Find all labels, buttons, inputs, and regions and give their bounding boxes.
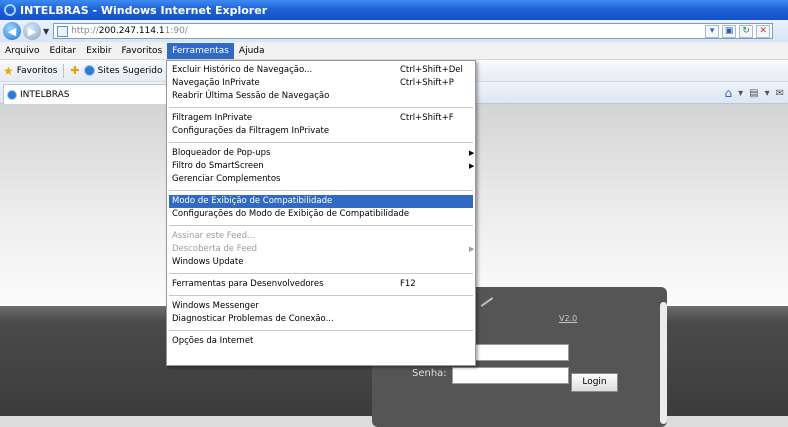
menu-favorites[interactable]: Favoritos bbox=[117, 43, 168, 59]
menu-separator bbox=[169, 107, 473, 108]
menu-separator bbox=[169, 295, 473, 296]
password-field[interactable] bbox=[452, 367, 569, 384]
menu-item-internet-options[interactable]: Opções da Internet bbox=[169, 335, 473, 348]
password-label: Senha: bbox=[412, 368, 447, 379]
feeds-icon[interactable]: ▤ bbox=[749, 88, 758, 99]
separator bbox=[63, 63, 65, 78]
stop-icon[interactable]: ✕ bbox=[756, 24, 771, 38]
back-button[interactable]: ◀ bbox=[3, 22, 21, 40]
favorites-star-icon: ★ bbox=[3, 63, 14, 78]
suggested-sites-link[interactable]: Sites Sugerido bbox=[98, 66, 163, 76]
refresh-icon[interactable]: ↻ bbox=[739, 24, 754, 38]
favorites-button[interactable]: Favoritos bbox=[17, 66, 58, 76]
menu-view[interactable]: Exibir bbox=[81, 43, 116, 59]
add-to-favorites-icon[interactable]: ✚ bbox=[70, 64, 79, 77]
menu-separator bbox=[169, 190, 473, 191]
address-dropdown-button[interactable]: ▾ bbox=[705, 24, 720, 38]
address-host: 200.247.114.1 bbox=[98, 26, 165, 36]
menu-tools[interactable]: Ferramentas bbox=[167, 42, 234, 59]
logo-mark bbox=[480, 297, 494, 307]
menu-item-feed-discovery: Descoberta de Feed ▶ bbox=[172, 244, 475, 254]
address-port: 1:90/ bbox=[164, 26, 188, 36]
menu-separator bbox=[169, 330, 473, 331]
page-icon bbox=[57, 25, 69, 37]
tools-menu-dropdown: Excluir Histórico de Navegação... Ctrl+Sh… bbox=[166, 60, 476, 366]
version-link[interactable]: V2.0 bbox=[559, 314, 577, 323]
home-dropdown-icon[interactable]: ▾ bbox=[738, 88, 743, 99]
submenu-arrow-icon: ▶ bbox=[469, 149, 475, 157]
ie-page-icon bbox=[83, 65, 95, 76]
menu-item-compatibility-view[interactable]: Modo de Exibição de Compatibilidade bbox=[169, 195, 473, 208]
forward-button[interactable]: ▶ bbox=[23, 22, 41, 40]
command-bar: ⌂ ▾ ▤ ▾ ✉ bbox=[724, 86, 784, 100]
address-bar[interactable]: http://200.247.114.1 1:90/ ▾ ▣ ↻ ✕ bbox=[53, 23, 774, 39]
ie-logo-icon bbox=[4, 4, 16, 16]
menu-item-subscribe-feed: Assinar este Feed... bbox=[172, 231, 256, 241]
title-bar: INTELBRAS - Windows Internet Explorer bbox=[0, 0, 788, 20]
menu-item-delete-history[interactable]: Excluir Histórico de Navegação... Ctrl+Sh… bbox=[169, 64, 473, 77]
compatibility-view-icon[interactable]: ▣ bbox=[722, 24, 737, 38]
menu-bar: Arquivo Editar Exibir Favoritos Ferramen… bbox=[0, 42, 788, 60]
menu-item-inprivate-browsing[interactable]: Navegação InPrivate Ctrl+Shift+P bbox=[169, 77, 473, 90]
recent-pages-dropdown[interactable]: ▼ bbox=[43, 27, 49, 36]
menu-item-inprivate-filtering-settings[interactable]: Configurações da Filtragem InPrivate bbox=[169, 125, 473, 138]
menu-separator bbox=[169, 225, 473, 226]
menu-separator bbox=[169, 142, 473, 143]
home-icon[interactable]: ⌂ bbox=[724, 86, 732, 100]
menu-edit[interactable]: Editar bbox=[44, 43, 81, 59]
address-row: ◀ ▶ ▼ http://200.247.114.1 1:90/ ▾ ▣ ↻ ✕ bbox=[0, 20, 788, 42]
menu-item-popup-blocker[interactable]: Bloqueador de Pop-ups ▶ bbox=[169, 147, 475, 160]
tab-intelbras[interactable]: INTELBRAS bbox=[3, 84, 168, 104]
menu-item-manage-addons[interactable]: Gerenciar Complementos bbox=[169, 173, 473, 186]
menu-item-windows-messenger[interactable]: Windows Messenger bbox=[169, 300, 473, 313]
menu-item-reopen-session[interactable]: Reabrir Última Sessão de Navegação bbox=[169, 90, 473, 103]
window-title: INTELBRAS - Windows Internet Explorer bbox=[20, 3, 268, 17]
mail-icon[interactable]: ✉ bbox=[776, 88, 784, 99]
menu-item-smartscreen-filter[interactable]: Filtro do SmartScreen ▶ bbox=[169, 160, 475, 173]
menu-item-inprivate-filtering[interactable]: Filtragem InPrivate Ctrl+Shift+F bbox=[169, 112, 473, 125]
login-button[interactable]: Login bbox=[571, 373, 618, 392]
vertical-scrollbar[interactable] bbox=[660, 302, 667, 424]
tab-page-icon bbox=[7, 89, 17, 100]
tab-title: INTELBRAS bbox=[20, 89, 70, 100]
menu-help[interactable]: Ajuda bbox=[234, 43, 270, 59]
feeds-dropdown-icon[interactable]: ▾ bbox=[765, 88, 770, 99]
menu-separator bbox=[169, 273, 473, 274]
submenu-arrow-icon: ▶ bbox=[469, 245, 475, 253]
menu-item-windows-update[interactable]: Windows Update bbox=[169, 256, 473, 269]
menu-item-compatibility-view-settings[interactable]: Configurações do Modo de Exibição de Com… bbox=[169, 208, 473, 221]
menu-item-diagnose-connection[interactable]: Diagnosticar Problemas de Conexão... bbox=[169, 313, 473, 326]
menu-file[interactable]: Arquivo bbox=[0, 43, 44, 59]
submenu-arrow-icon: ▶ bbox=[469, 162, 475, 170]
address-protocol: http:// bbox=[71, 26, 99, 36]
browser-window: INTELBRAS - Windows Internet Explorer ◀ … bbox=[0, 0, 788, 427]
menu-item-developer-tools[interactable]: Ferramentas para Desenvolvedores F12 bbox=[169, 278, 473, 291]
